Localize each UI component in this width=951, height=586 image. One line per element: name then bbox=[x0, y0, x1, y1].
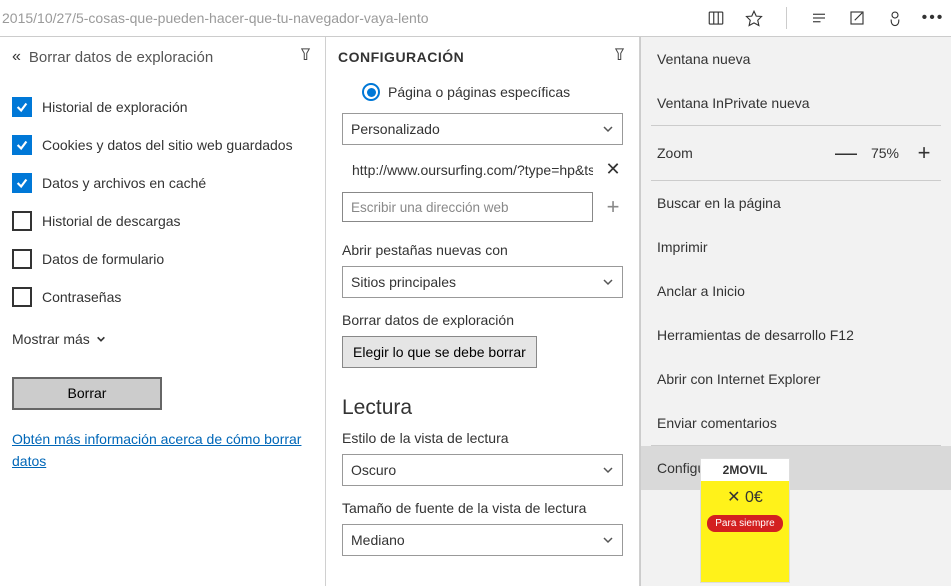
more-actions-icon[interactable]: ••• bbox=[923, 8, 943, 28]
menu-item[interactable]: Herramientas de desarrollo F12 bbox=[641, 313, 951, 357]
more-actions-menu: Ventana nuevaVentana InPrivate nueva Zoo… bbox=[640, 37, 951, 586]
ad-headline: 2MOVIL bbox=[701, 459, 789, 481]
learn-more-link[interactable]: Obtén más información acerca de cómo bor… bbox=[0, 428, 325, 472]
startup-page-entry: http://www.oursurfing.com/?type=hp&ts ✕ bbox=[342, 159, 623, 180]
select-value: Mediano bbox=[351, 532, 405, 548]
choose-clear-data-button[interactable]: Elegir lo que se debe borrar bbox=[342, 336, 537, 368]
toolbar-divider bbox=[786, 7, 787, 29]
menu-item[interactable]: Imprimir bbox=[641, 225, 951, 269]
add-page-placeholder: Escribir una dirección web bbox=[351, 200, 509, 215]
menu-item[interactable]: Buscar en la página bbox=[641, 181, 951, 225]
checkbox-checked-icon[interactable] bbox=[12, 135, 32, 155]
select-value: Sitios principales bbox=[351, 274, 456, 290]
startup-mode-select[interactable]: Personalizado bbox=[342, 113, 623, 145]
ad-badge: Para siempre bbox=[707, 515, 782, 532]
add-page-input[interactable]: Escribir una dirección web bbox=[342, 192, 593, 222]
clear-option-label: Historial de exploración bbox=[42, 99, 188, 115]
chevron-down-icon bbox=[602, 123, 614, 135]
select-value: Personalizado bbox=[351, 121, 440, 137]
new-tabs-label: Abrir pestañas nuevas con bbox=[342, 242, 623, 258]
menu-item[interactable]: Ventana nueva bbox=[641, 37, 951, 81]
zoom-in-button[interactable]: + bbox=[913, 140, 935, 166]
reading-size-label: Tamaño de fuente de la vista de lectura bbox=[342, 500, 623, 516]
reading-style-label: Estilo de la vista de lectura bbox=[342, 430, 623, 446]
startup-page-url: http://www.oursurfing.com/?type=hp&ts bbox=[342, 162, 593, 178]
clear-option-label: Historial de descargas bbox=[42, 213, 181, 229]
add-page-plus-icon[interactable]: + bbox=[603, 199, 623, 215]
checkbox-checked-icon[interactable] bbox=[12, 173, 32, 193]
clear-option-row[interactable]: Cookies y datos del sitio web guardados bbox=[12, 135, 313, 155]
clear-option-label: Datos y archivos en caché bbox=[42, 175, 206, 191]
zoom-out-button[interactable]: — bbox=[835, 140, 857, 166]
radio-label: Página o páginas específicas bbox=[388, 84, 570, 100]
panel-title: Borrar datos de exploración bbox=[29, 49, 298, 66]
startup-radio-specific-pages[interactable]: Página o páginas específicas bbox=[362, 83, 623, 101]
panel-header: « Borrar datos de exploración bbox=[0, 37, 325, 79]
settings-panel: CONFIGURACIÓN Página o páginas específic… bbox=[326, 37, 640, 586]
pin-icon[interactable] bbox=[612, 47, 627, 67]
clear-options-list: Historial de exploración Cookies y datos … bbox=[0, 79, 325, 325]
menu-item-settings[interactable]: Configuración bbox=[641, 446, 951, 490]
menu-item[interactable]: Enviar comentarios bbox=[641, 401, 951, 445]
clear-option-row[interactable]: Datos de formulario bbox=[12, 249, 313, 269]
settings-header: CONFIGURACIÓN bbox=[326, 37, 639, 77]
clear-option-row[interactable]: Datos y archivos en caché bbox=[12, 173, 313, 193]
pin-icon[interactable] bbox=[298, 47, 313, 67]
reading-style-select[interactable]: Oscuro bbox=[342, 454, 623, 486]
new-tabs-select[interactable]: Sitios principales bbox=[342, 266, 623, 298]
checkbox-checked-icon[interactable] bbox=[12, 97, 32, 117]
show-more-toggle[interactable]: Mostrar más bbox=[0, 325, 325, 347]
add-page-row: Escribir una dirección web + bbox=[342, 192, 623, 222]
chevron-down-icon bbox=[602, 534, 614, 546]
radio-selected-icon bbox=[362, 83, 380, 101]
show-more-label: Mostrar más bbox=[12, 331, 90, 347]
clear-button[interactable]: Borrar bbox=[12, 377, 162, 410]
remove-page-icon[interactable]: ✕ bbox=[603, 159, 623, 180]
clear-data-label: Borrar datos de exploración bbox=[342, 312, 623, 328]
checkbox-unchecked-icon[interactable] bbox=[12, 287, 32, 307]
settings-title: CONFIGURACIÓN bbox=[338, 49, 612, 65]
clear-option-row[interactable]: Historial de descargas bbox=[12, 211, 313, 231]
ad-price: ✕ 0€ bbox=[727, 487, 763, 507]
share-icon[interactable] bbox=[885, 8, 905, 28]
clear-option-label: Contraseñas bbox=[42, 289, 121, 305]
checkbox-unchecked-icon[interactable] bbox=[12, 211, 32, 231]
section-heading-reading: Lectura bbox=[342, 396, 623, 420]
clear-data-panel: « Borrar datos de exploración Historial … bbox=[0, 37, 326, 586]
menu-item[interactable]: Anclar a Inicio bbox=[641, 269, 951, 313]
zoom-row: Zoom — 75% + bbox=[641, 126, 951, 180]
menu-item[interactable]: Ventana InPrivate nueva bbox=[641, 81, 951, 125]
clear-option-row[interactable]: Historial de exploración bbox=[12, 97, 313, 117]
clear-option-label: Datos de formulario bbox=[42, 251, 164, 267]
chevron-down-icon bbox=[602, 464, 614, 476]
back-chevrons-icon[interactable]: « bbox=[10, 48, 29, 66]
web-note-icon[interactable] bbox=[847, 8, 867, 28]
chevron-down-icon bbox=[602, 276, 614, 288]
clear-option-row[interactable]: Contraseñas bbox=[12, 287, 313, 307]
browser-top-bar: 2015/10/27/5-cosas-que-pueden-hacer-que-… bbox=[0, 0, 951, 37]
select-value: Oscuro bbox=[351, 462, 396, 478]
reading-list-icon[interactable] bbox=[706, 8, 726, 28]
zoom-value: 75% bbox=[871, 145, 899, 161]
menu-item[interactable]: Abrir con Internet Explorer bbox=[641, 357, 951, 401]
toolbar-right: ••• bbox=[706, 7, 951, 29]
hub-icon[interactable] bbox=[809, 8, 829, 28]
clear-option-label: Cookies y datos del sitio web guardados bbox=[42, 137, 293, 153]
reading-size-select[interactable]: Mediano bbox=[342, 524, 623, 556]
address-bar-url[interactable]: 2015/10/27/5-cosas-que-pueden-hacer-que-… bbox=[0, 10, 429, 26]
favorites-star-icon[interactable] bbox=[744, 8, 764, 28]
advertisement-banner[interactable]: 2MOVIL ✕ 0€ Para siempre bbox=[700, 458, 790, 583]
zoom-label: Zoom bbox=[657, 145, 835, 161]
checkbox-unchecked-icon[interactable] bbox=[12, 249, 32, 269]
chevron-down-icon bbox=[96, 334, 106, 344]
